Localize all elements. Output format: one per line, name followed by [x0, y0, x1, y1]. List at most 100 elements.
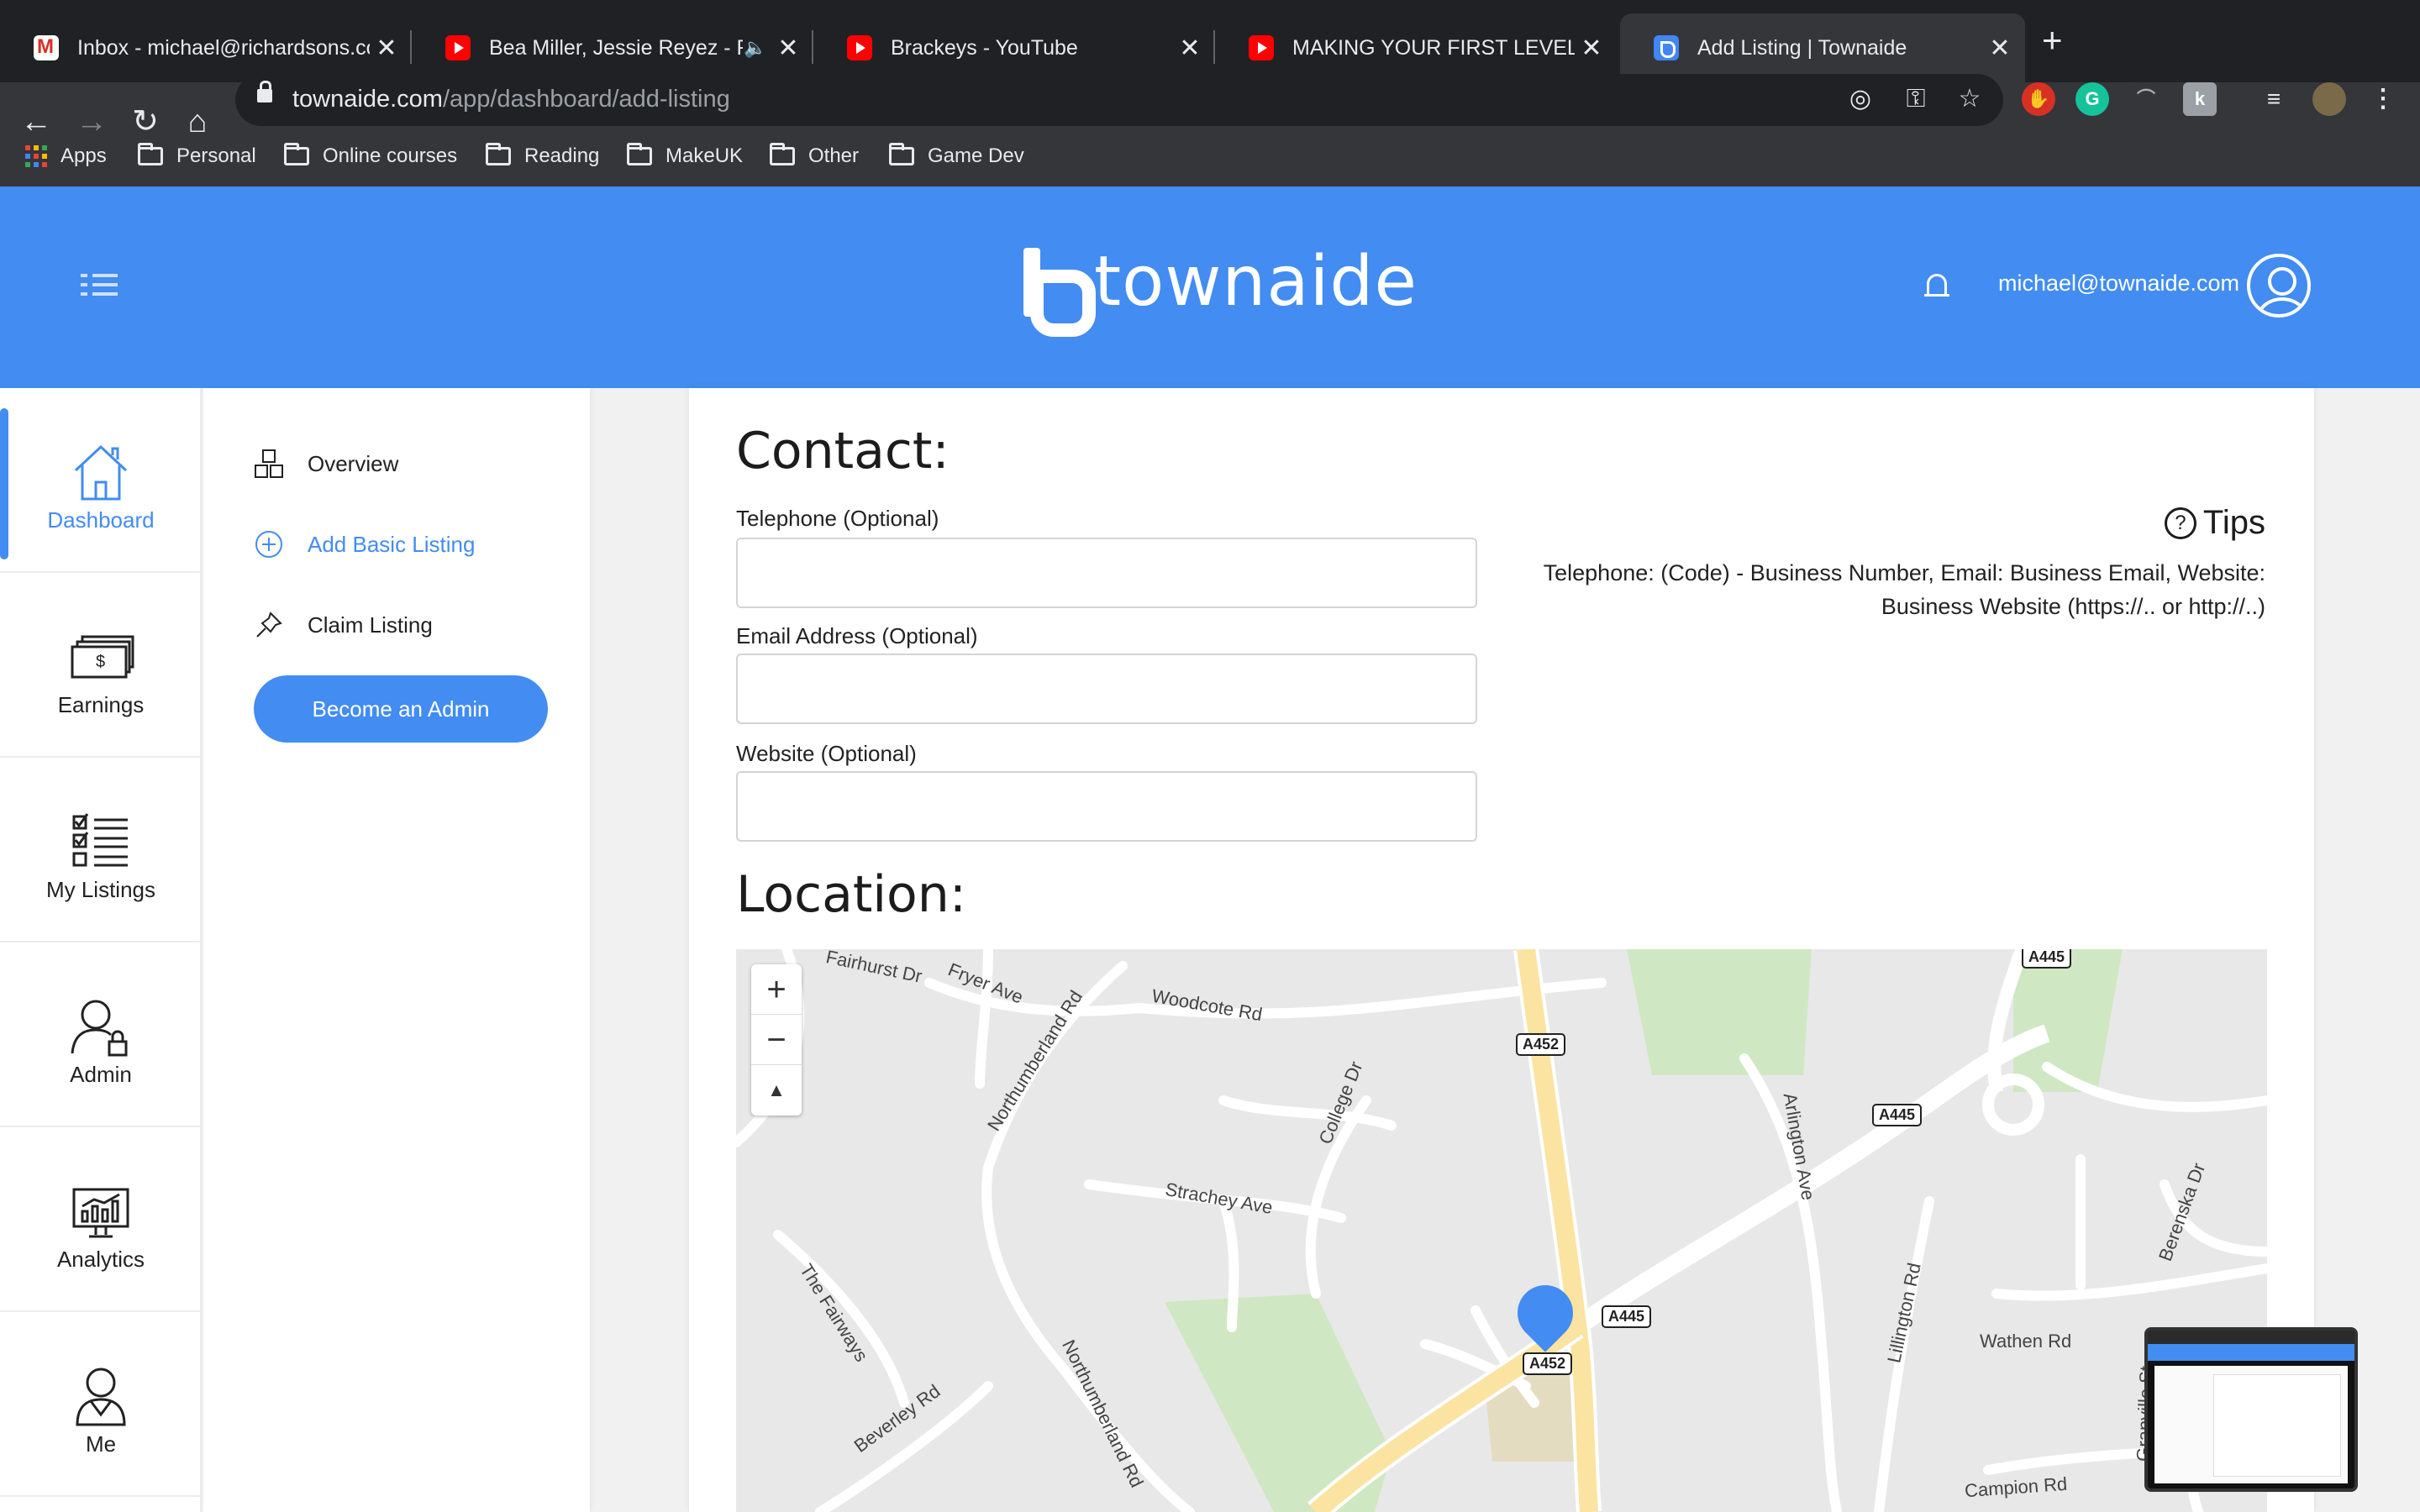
sidebar-item-analytics[interactable]: Analytics: [0, 1127, 202, 1312]
house-icon: [74, 444, 128, 501]
road-shield: A452: [1523, 1352, 1573, 1375]
analytics-icon: [72, 1188, 129, 1238]
lock-icon: [257, 81, 272, 102]
road-shield: A445: [2022, 949, 2072, 969]
address-bar[interactable]: townaide.com/app/dashboard/add-listing ◎…: [235, 74, 2003, 126]
youtube-icon: [445, 35, 471, 60]
tab-title: MAKING YOUR FIRST LEVEL in U: [1292, 35, 1575, 60]
bookmarks-bar: Apps Personal Online courses Reading Mak…: [0, 136, 2420, 178]
folder-icon: [284, 143, 309, 165]
tab-title: Bea Miller, Jessie Reyez - FE: [489, 35, 743, 60]
become-admin-button[interactable]: Become an Admin: [254, 675, 548, 743]
telephone-label: Telephone (Optional): [736, 506, 939, 531]
adblock-extension-icon[interactable]: ✋: [2022, 82, 2055, 116]
location-map[interactable]: + − ▲ Fairhurst Dr Fryer Ave Woodcote Rd…: [736, 949, 2267, 1512]
folder-icon: [770, 143, 795, 165]
close-tab-icon[interactable]: ✕: [1983, 34, 2017, 63]
close-tab-icon[interactable]: ✕: [771, 34, 805, 63]
bookmark-apps[interactable]: Apps: [25, 144, 107, 168]
location-heading: Location:: [736, 865, 966, 924]
user-email[interactable]: michael@townaide.com: [1998, 270, 2239, 297]
zoom-in-button[interactable]: +: [751, 964, 802, 1015]
bookmark-folder[interactable]: MakeUK: [627, 143, 743, 168]
youtube-icon: [1249, 35, 1274, 60]
close-tab-icon[interactable]: ✕: [1575, 34, 1608, 63]
extension-icon[interactable]: ⌒: [2129, 82, 2163, 116]
screenshot-preview-thumbnail[interactable]: [2144, 1327, 2358, 1492]
road-label: Wathen Rd: [1980, 1331, 2072, 1352]
browser-tab[interactable]: Inbox - michael@richardsons.co ✕: [0, 13, 412, 82]
submenu-item-overview[interactable]: Overview: [254, 449, 398, 479]
bookmark-folder[interactable]: Game Dev: [889, 143, 1024, 168]
browser-tab[interactable]: Brackeys - YouTube ✕: [813, 13, 1215, 82]
website-input[interactable]: [736, 771, 1477, 842]
compass-button[interactable]: ▲: [751, 1065, 802, 1116]
submenu-item-claim-listing[interactable]: Claim Listing: [254, 610, 433, 640]
townaide-logo[interactable]: townaide: [1023, 242, 1418, 337]
folder-icon: [627, 143, 652, 165]
app-header: townaide michael@townaide.com: [0, 186, 2420, 388]
youtube-icon: [847, 35, 872, 60]
townaide-mark-icon: [1023, 247, 1096, 337]
bookmark-folder[interactable]: Personal: [138, 143, 256, 168]
menu-toggle-icon[interactable]: [81, 274, 118, 299]
close-tab-icon[interactable]: ✕: [1173, 34, 1207, 63]
townaide-icon: [1654, 35, 1679, 60]
extension-icon[interactable]: k: [2183, 82, 2217, 116]
key-icon[interactable]: ⚿: [1899, 82, 1933, 116]
cash-icon: $: [71, 635, 134, 679]
user-avatar-icon[interactable]: [2247, 254, 2311, 318]
close-tab-icon[interactable]: ✕: [370, 34, 403, 63]
road-shield: A445: [1602, 1305, 1652, 1328]
telephone-input[interactable]: [736, 538, 1477, 608]
tab-title: Brackeys - YouTube: [891, 35, 1078, 60]
new-tab-button[interactable]: +: [2042, 22, 2063, 59]
map-base: [736, 949, 2267, 1512]
bookmark-folder[interactable]: Other: [770, 143, 859, 168]
bookmark-folder[interactable]: Reading: [486, 143, 599, 168]
speaker-icon[interactable]: 🔈: [743, 37, 768, 59]
media-control-icon[interactable]: ≡: [2257, 82, 2291, 116]
admin-user-icon: [71, 1000, 128, 1057]
submenu-item-add-basic-listing[interactable]: Add Basic Listing: [254, 529, 475, 559]
website-label: Website (Optional): [736, 741, 917, 766]
browser-tab-active[interactable]: Add Listing | Townaide ✕: [1620, 13, 2025, 82]
map-zoom-controls: + − ▲: [751, 964, 802, 1116]
checklist-icon: [72, 813, 128, 867]
profile-avatar[interactable]: [2312, 82, 2346, 116]
menu-kebab-icon[interactable]: ⋮: [2366, 82, 2400, 116]
url-text: townaide.com/app/dashboard/add-listing: [292, 86, 730, 113]
location-icon[interactable]: ◎: [1844, 82, 1877, 116]
folder-icon: [889, 143, 914, 165]
bookmark-folder[interactable]: Online courses: [284, 143, 457, 168]
pin-icon: [256, 612, 282, 638]
grammarly-extension-icon[interactable]: G: [2075, 82, 2109, 116]
gmail-icon: [34, 35, 59, 60]
bookmark-star-icon[interactable]: ☆: [1953, 82, 1986, 116]
tab-title: Inbox - michael@richardsons.co: [77, 35, 370, 60]
folder-icon: [486, 143, 511, 165]
svg-text:$: $: [96, 653, 105, 671]
folder-icon: [138, 143, 163, 165]
browser-tab-strip: Inbox - michael@richardsons.co ✕ Bea Mil…: [0, 0, 2420, 82]
sidebar-item-me[interactable]: Me: [0, 1312, 202, 1497]
add-listing-card: Contact: Telephone (Optional) Email Addr…: [689, 388, 2314, 1512]
sidebar-item-admin[interactable]: Admin: [0, 942, 202, 1127]
sidebar-item-dashboard[interactable]: Dashboard: [0, 388, 202, 573]
email-input[interactable]: [736, 654, 1477, 724]
question-circle-icon: ?: [2164, 507, 2196, 539]
browser-tab[interactable]: Bea Miller, Jessie Reyez - FE 🔈 ✕: [412, 13, 813, 82]
tips-heading: ? Tips: [2164, 504, 2265, 542]
sidebar-item-earnings[interactable]: $ Earnings: [0, 573, 202, 758]
email-label: Email Address (Optional): [736, 623, 978, 648]
zoom-out-button[interactable]: −: [751, 1015, 802, 1065]
contact-heading: Contact:: [736, 422, 950, 480]
apps-grid-icon: [25, 145, 47, 167]
tab-title: Add Listing | Townaide: [1697, 35, 1907, 60]
notification-bell-icon[interactable]: [1924, 272, 1949, 302]
browser-tab[interactable]: MAKING YOUR FIRST LEVEL in U ✕: [1215, 13, 1617, 82]
secondary-sidebar: Overview Add Basic Listing Claim Listing…: [203, 388, 590, 1512]
plus-circle-icon: [255, 531, 282, 558]
sidebar-item-my-listings[interactable]: My Listings: [0, 758, 202, 942]
blocks-icon: [255, 449, 283, 478]
